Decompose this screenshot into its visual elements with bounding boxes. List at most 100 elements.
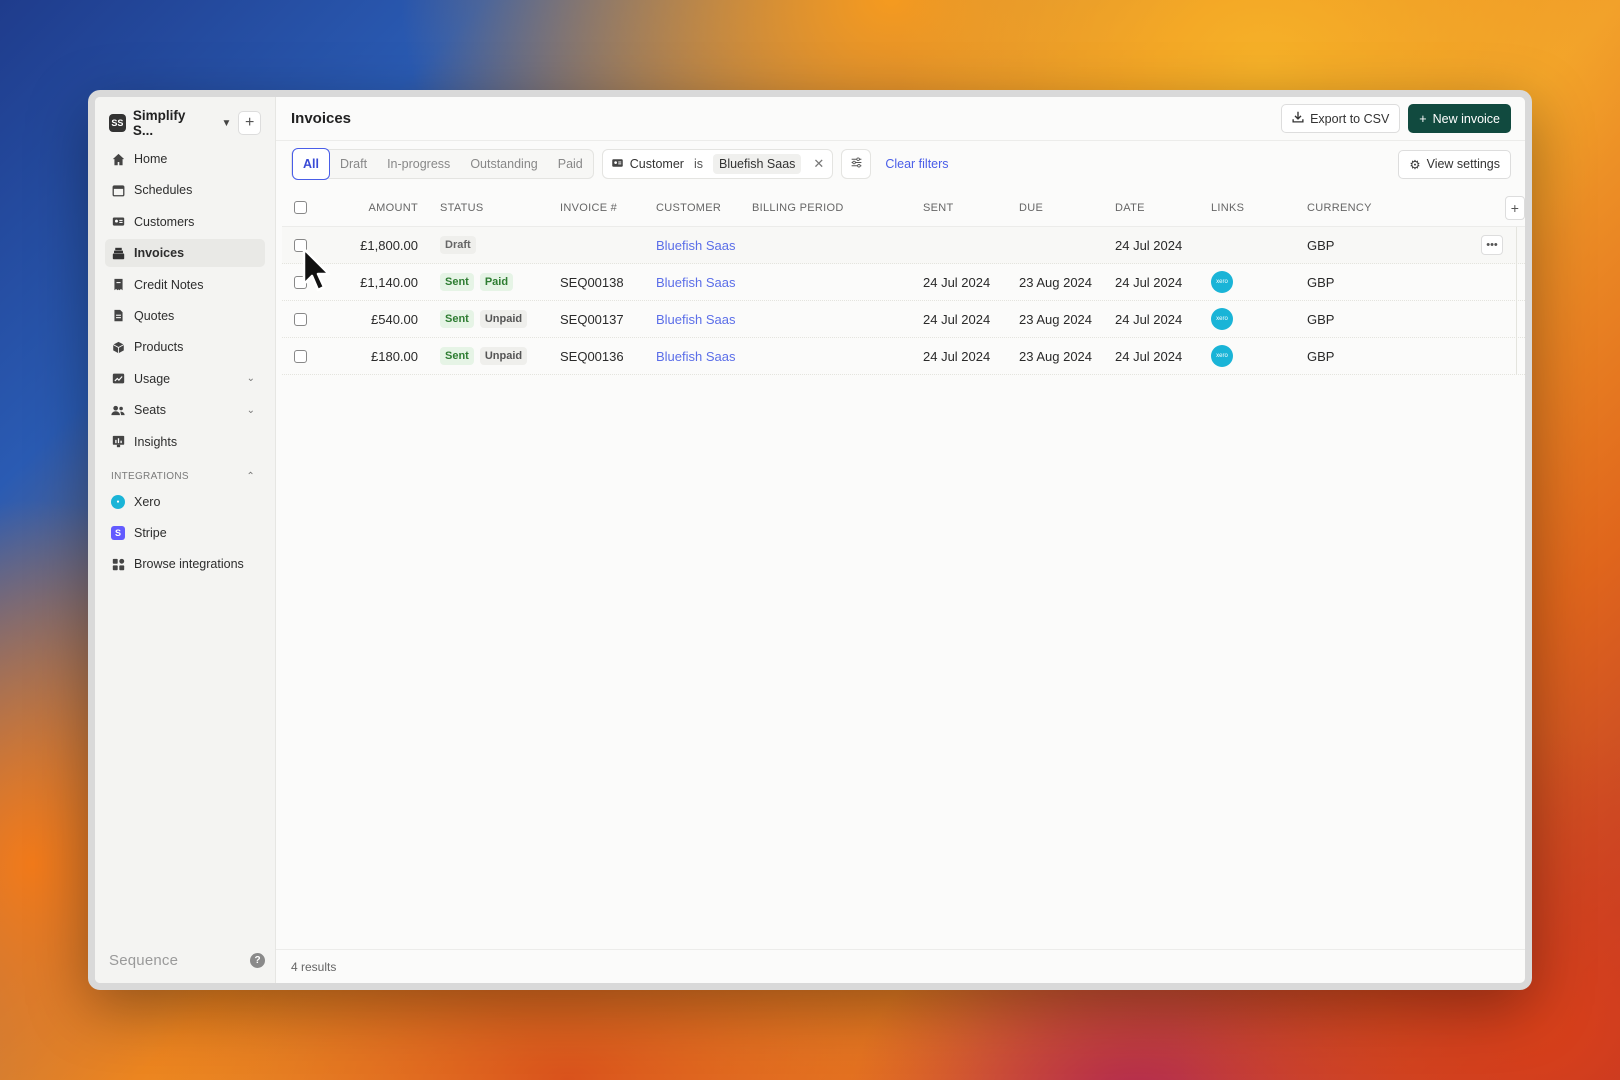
sidebar-item-label: Credit Notes [134,277,204,292]
tab-draft[interactable]: Draft [330,150,377,178]
help-icon[interactable]: ? [250,953,265,968]
sidebar-item-insights[interactable]: Insights [105,428,265,456]
status-cell: Sent Unpaid [418,310,560,328]
customer-link[interactable]: Bluefish Saas [656,312,752,327]
sidebar-item-quotes[interactable]: Quotes [105,302,265,330]
column-divider [1516,227,1517,375]
select-all-checkbox[interactable] [293,201,307,214]
status-badge: Sent [440,273,474,291]
new-invoice-button[interactable]: + New invoice [1408,104,1511,133]
amount-cell: £1,800.00 [360,237,418,253]
status-badge: Sent [440,347,474,365]
sidebar-item-seats[interactable]: Seats ⌄ [105,396,265,424]
sidebar-item-home[interactable]: Home [105,145,265,173]
column-header-billing-period[interactable]: BILLING PERIOD [752,202,923,214]
workspace-switcher[interactable]: SS Simplify S... ▼ + [105,107,265,139]
date-cell: 24 Jul 2024 [1115,348,1183,364]
column-header-due[interactable]: DUE [1019,202,1115,214]
invoices-table: AMOUNT STATUS INVOICE # CUSTOMER BILLING… [282,189,1525,375]
row-checkbox[interactable] [293,312,307,326]
sidebar-item-credit-notes[interactable]: Credit Notes [105,271,265,299]
workspace-name: Simplify S... [132,108,186,138]
payment-badge: Unpaid [479,310,528,328]
column-header-customer[interactable]: CUSTOMER [656,202,752,214]
more-actions-icon[interactable]: ••• [1481,235,1503,255]
xero-icon[interactable]: xero [1211,308,1233,330]
sidebar-item-browse-integrations[interactable]: Browse integrations [105,550,265,578]
sidebar-item-label: Schedules [134,183,193,198]
integrations-section-header[interactable]: INTEGRATIONS ⌃ [105,466,265,488]
sidebar-item-schedules[interactable]: Schedules [105,176,265,204]
sidebar-item-stripe[interactable]: S Stripe [105,519,265,547]
filter-options-button[interactable] [841,149,872,179]
tab-all[interactable]: All [292,148,330,180]
table-row[interactable]: £1,140.00 Sent Paid SEQ00138 Bluefish Sa… [282,264,1525,301]
links-cell: xero [1211,271,1307,293]
filter-value: Bluefish Saas [712,154,802,174]
column-header-invoice[interactable]: INVOICE # [560,202,656,214]
column-header-amount[interactable]: AMOUNT [318,202,418,214]
status-badge: Sent [440,310,474,328]
customer-filter-chip[interactable]: Customer is Bluefish Saas ✕ [601,149,834,179]
sidebar-item-products[interactable]: Products [105,333,265,361]
status-badge: Draft [440,236,476,254]
invoice-number-cell: SEQ00137 [560,311,624,327]
id-card-icon [111,215,125,229]
table-header: AMOUNT STATUS INVOICE # CUSTOMER BILLING… [282,189,1525,227]
add-workspace-button[interactable]: + [238,111,261,135]
sidebar-item-label: Customers [134,214,195,229]
row-checkbox[interactable] [293,349,307,363]
column-header-status[interactable]: STATUS [418,202,560,214]
chevron-down-icon: ▼ [221,117,232,129]
sent-date-cell: 24 Jul 2024 [923,311,991,327]
status-cell: Sent Unpaid [418,347,560,365]
calendar-icon [111,183,125,197]
id-card-icon [611,157,624,172]
customer-link[interactable]: Bluefish Saas [656,349,752,364]
column-header-links[interactable]: LINKS [1211,202,1307,214]
add-column-button[interactable]: + [1505,196,1525,220]
tab-paid[interactable]: Paid [548,150,593,178]
view-settings-button[interactable]: ⚙ View settings [1398,149,1511,179]
status-cell: Draft [418,236,560,254]
select-all-cell [282,201,318,214]
table-row[interactable]: £540.00 Sent Unpaid SEQ00137 Bluefish Sa… [282,301,1525,338]
workspace-avatar: SS [109,114,126,132]
invoice-number-cell: SEQ00138 [560,274,624,290]
row-select-cell [282,312,318,326]
sidebar: SS Simplify S... ▼ + Home Schedules Cust… [95,97,276,983]
brand-logo: Sequence [109,952,179,969]
column-header-sent[interactable]: SENT [923,202,1019,214]
sidebar-item-usage[interactable]: Usage ⌄ [105,365,265,393]
tab-in-progress[interactable]: In-progress [377,150,460,178]
new-invoice-label: New invoice [1432,111,1500,126]
xero-icon[interactable]: xero [1211,271,1233,293]
xero-icon[interactable]: xero [1211,345,1233,367]
sent-date-cell: 24 Jul 2024 [923,348,991,364]
tab-outstanding[interactable]: Outstanding [460,150,547,178]
export-csv-button[interactable]: Export to CSV [1281,104,1401,133]
credit-note-icon [111,278,125,292]
mouse-cursor-icon [302,247,331,292]
sidebar-item-customers[interactable]: Customers [105,208,265,236]
sidebar-item-label: Browse integrations [134,557,244,572]
close-icon[interactable]: ✕ [813,156,824,172]
column-header-date[interactable]: DATE [1115,202,1211,214]
sidebar-item-xero[interactable]: ● Xero [105,488,265,516]
grid-icon [111,557,125,571]
currency-cell: GBP [1307,311,1335,327]
download-icon [1292,111,1304,126]
clear-filters-link[interactable]: Clear filters [885,157,948,171]
customer-link[interactable]: Bluefish Saas [656,238,752,253]
invoice-number-cell: SEQ00136 [560,348,624,364]
table-row[interactable]: £1,800.00 Draft Bluefish Saas 24 Jul 202… [282,227,1525,264]
payment-badge: Unpaid [479,347,528,365]
sidebar-item-invoices[interactable]: Invoices [105,239,265,268]
sliders-icon [850,156,863,172]
customer-link[interactable]: Bluefish Saas [656,275,752,290]
insights-icon [111,435,125,449]
currency-cell: GBP [1307,348,1335,364]
table-row[interactable]: £180.00 Sent Unpaid SEQ00136 Bluefish Sa… [282,338,1525,375]
column-header-currency[interactable]: CURRENCY [1307,202,1427,214]
plus-icon: + [1419,111,1427,126]
